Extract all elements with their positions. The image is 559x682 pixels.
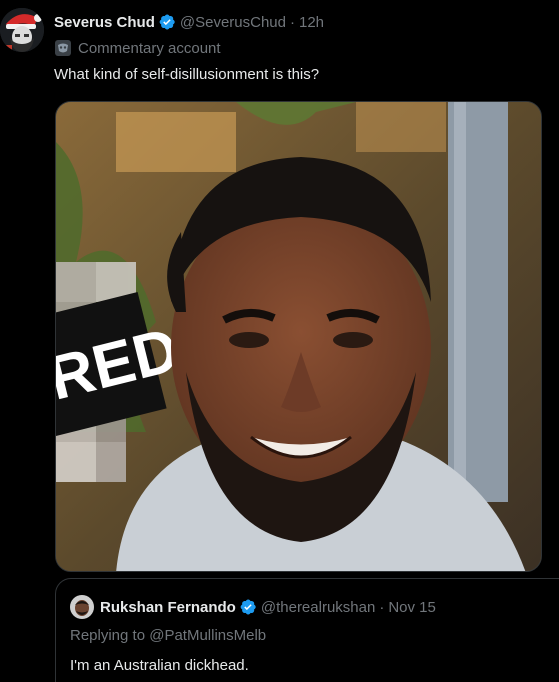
tweet-time[interactable]: 12h bbox=[299, 14, 324, 31]
quote-separator-dot: · bbox=[379, 598, 385, 616]
quoted-tweet-card[interactable]: Rukshan Fernando @therealrukshan · Nov 1… bbox=[55, 578, 559, 682]
quote-verified-badge-icon bbox=[240, 599, 256, 615]
media-photo: RED bbox=[56, 102, 541, 571]
quote-replying-to: Replying to @PatMullinsMelb bbox=[70, 627, 266, 644]
replying-prefix: Replying to bbox=[70, 627, 146, 644]
author-handle[interactable]: @SeverusChud bbox=[180, 14, 286, 31]
quote-author-avatar[interactable] bbox=[70, 595, 94, 619]
quote-header: Rukshan Fernando @therealrukshan · Nov 1… bbox=[70, 595, 436, 619]
replying-mention-link[interactable]: @PatMullinsMelb bbox=[149, 627, 266, 644]
commentary-label-icon bbox=[55, 40, 71, 56]
tweet-header: Severus Chud @SeverusChud · 12h bbox=[54, 12, 324, 32]
author-name[interactable]: Severus Chud bbox=[54, 14, 155, 31]
tweet-media-image[interactable]: RED bbox=[55, 101, 542, 572]
quote-author-name[interactable]: Rukshan Fernando bbox=[100, 599, 236, 616]
account-label-text: Commentary account bbox=[78, 39, 221, 57]
account-label[interactable]: Commentary account bbox=[54, 38, 221, 58]
quote-text: I'm an Australian dickhead. bbox=[70, 657, 249, 674]
verified-badge-icon bbox=[159, 14, 175, 30]
quote-date[interactable]: Nov 15 bbox=[388, 599, 436, 616]
quote-author-handle[interactable]: @therealrukshan bbox=[261, 599, 375, 616]
separator-dot: · bbox=[290, 13, 295, 31]
author-avatar[interactable] bbox=[0, 8, 44, 52]
tweet-text: What kind of self-disillusionment is thi… bbox=[54, 66, 320, 83]
